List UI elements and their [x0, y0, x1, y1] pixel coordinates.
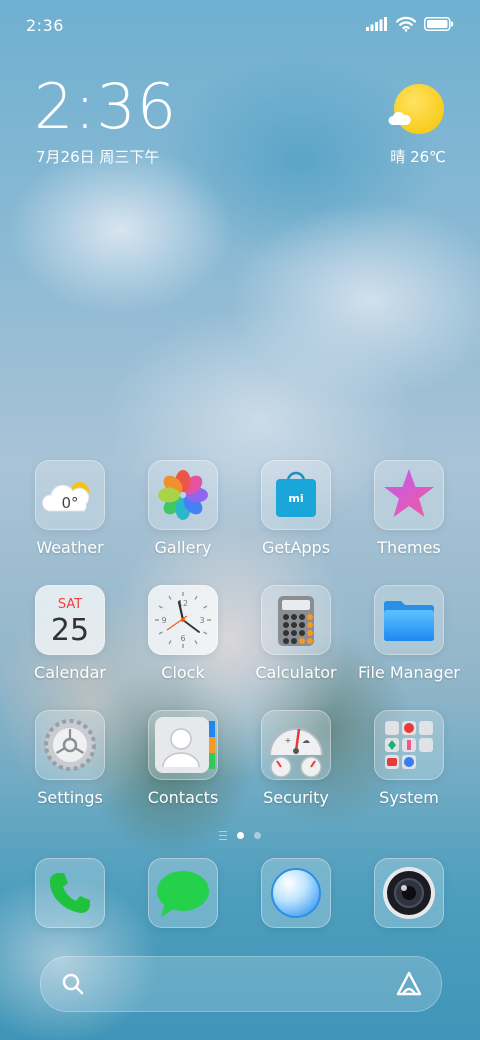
app-label: GetApps [261, 538, 331, 557]
page-dot[interactable] [254, 831, 261, 839]
system-folder-icon [374, 710, 444, 780]
clock-icon: 12 3 6 9 [148, 585, 218, 655]
battery-icon [424, 17, 454, 31]
app-label: Clock [161, 663, 205, 682]
app-settings[interactable]: Settings [15, 710, 125, 807]
messages-icon [148, 858, 218, 928]
app-label: Calculator [255, 663, 337, 682]
app-weather[interactable]: 0° Weather [15, 460, 125, 557]
weather-icon: 0° [35, 460, 105, 530]
app-calculator[interactable]: Calculator [241, 585, 351, 682]
app-security[interactable]: + ☁ Security [241, 710, 351, 807]
calendar-day-number: 25 [51, 613, 89, 648]
status-icons [366, 16, 454, 32]
gear-icon [35, 710, 105, 780]
app-label: Security [263, 788, 329, 807]
app-label: Gallery [154, 538, 212, 557]
camera-icon [374, 858, 444, 928]
svg-text:☁: ☁ [302, 736, 310, 745]
clock-widget-date[interactable]: 7月26日 周三下午 [36, 146, 159, 167]
calculator-icon [261, 585, 331, 655]
svg-text:6: 6 [180, 634, 185, 643]
clock-widget-time[interactable]: 2:36 [34, 76, 177, 138]
app-gallery[interactable]: Gallery [128, 460, 238, 557]
page-indicator-menu-icon[interactable] [219, 830, 227, 840]
browser-icon [261, 858, 331, 928]
security-icon: + ☁ [261, 710, 331, 780]
gallery-icon [148, 460, 218, 530]
getapps-mi-logo: mi [288, 492, 303, 505]
dock-phone[interactable] [15, 858, 125, 928]
page-indicator[interactable] [200, 828, 280, 842]
app-getapps[interactable]: mi GetApps [241, 460, 351, 557]
app-clock[interactable]: 12 3 6 9 Clock [128, 585, 238, 682]
status-bar: 2:36 [0, 0, 480, 50]
folder-icon [374, 585, 444, 655]
app-label: Themes [377, 538, 441, 557]
weather-widget[interactable]: 晴 26℃ [388, 84, 446, 174]
app-system-folder[interactable]: System [354, 710, 464, 807]
app-file-manager[interactable]: File Manager [354, 585, 464, 682]
app-contacts[interactable]: Contacts [128, 710, 238, 807]
app-calendar[interactable]: SAT 25 Calendar [15, 585, 125, 682]
app-label: Calendar [34, 663, 106, 682]
wifi-icon [396, 16, 416, 32]
dock-messages[interactable] [128, 858, 238, 928]
calendar-icon: SAT 25 [35, 585, 105, 655]
svg-text:3: 3 [199, 616, 204, 625]
phone-icon [35, 858, 105, 928]
app-label: Contacts [147, 788, 219, 807]
cloud-icon [388, 111, 411, 125]
signal-icon [366, 17, 387, 31]
search-bar[interactable] [40, 956, 442, 1012]
svg-text:9: 9 [161, 616, 166, 625]
voice-assistant-icon[interactable] [395, 970, 423, 998]
calendar-day-name: SAT [58, 597, 82, 612]
page-dot-current[interactable] [237, 831, 244, 839]
themes-icon [374, 460, 444, 530]
getapps-icon: mi [261, 460, 331, 530]
app-label: Settings [37, 788, 103, 807]
search-icon[interactable] [61, 972, 85, 996]
app-themes[interactable]: Themes [354, 460, 464, 557]
app-label: System [379, 788, 439, 807]
svg-text:+: + [285, 736, 292, 745]
sun-icon [394, 84, 444, 134]
dock-camera[interactable] [354, 858, 464, 928]
weather-icon-temp: 0° [61, 494, 78, 512]
app-label: Weather [36, 538, 104, 557]
weather-widget-text: 晴 26℃ [390, 148, 446, 166]
status-time: 2:36 [26, 16, 64, 35]
dock-browser[interactable] [241, 858, 351, 928]
app-label: File Manager [358, 663, 460, 682]
contacts-icon [148, 710, 218, 780]
